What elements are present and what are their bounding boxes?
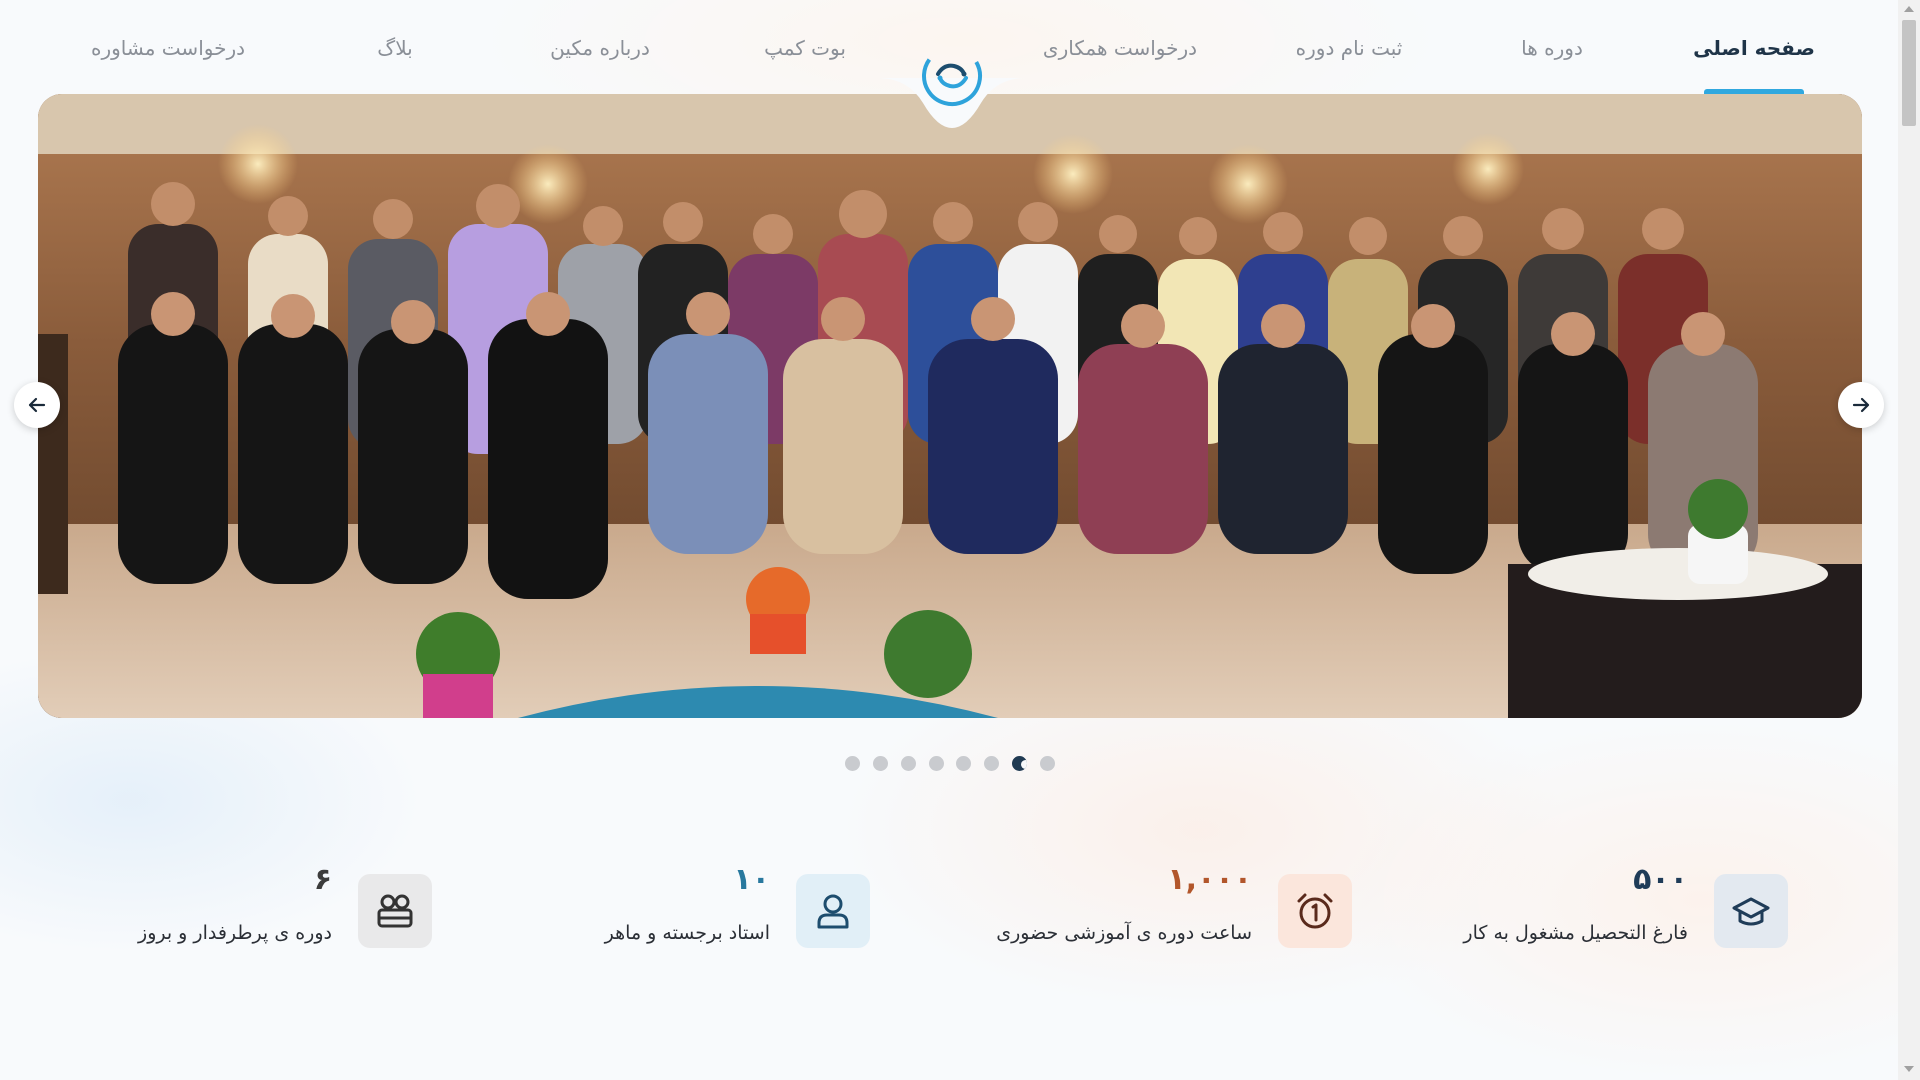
nav-collaboration-request[interactable]: درخواست همکاری	[1043, 36, 1197, 60]
hero-slider	[38, 94, 1862, 718]
user-icon	[817, 894, 849, 929]
stat-graduates-value: ۵۰۰	[1633, 862, 1688, 897]
slider-dot-4[interactable]	[928, 755, 944, 771]
nav-blog[interactable]: بلاگ	[377, 36, 412, 60]
graduation-cap-icon	[1732, 897, 1770, 926]
nav-course-registration[interactable]: ثبت نام دوره	[1296, 36, 1403, 60]
slider-pagination	[845, 755, 1055, 771]
arrow-right-icon	[1852, 397, 1870, 413]
arrow-left-icon	[28, 397, 46, 413]
stat-courses: ۶ دوره ی پرطرفدار و بروز	[0, 862, 432, 952]
stat-instructors-value: ۱۰	[733, 862, 770, 897]
nav-consultation-request[interactable]: درخواست مشاوره	[91, 36, 245, 60]
nav-home[interactable]: صفحه اصلی	[1693, 36, 1815, 60]
circular-arrows-logo-icon	[922, 46, 982, 106]
stat-instructors: ۱۰ استاد برجسته و ماهر	[430, 862, 870, 952]
stat-graduates-label: فارغ التحصیل مشغول به کار	[1463, 922, 1688, 944]
stat-hours: ۱,۰۰۰ ساعت دوره ی آموزشی حضوری	[912, 862, 1352, 952]
slider-prev-button[interactable]	[14, 382, 60, 428]
scroll-down-arrow-icon[interactable]	[1904, 1066, 1914, 1072]
slider-dot-5[interactable]	[956, 755, 972, 771]
slider-dot-1[interactable]	[845, 755, 860, 771]
group-photo	[38, 94, 1862, 718]
scroll-up-arrow-icon[interactable]	[1904, 6, 1914, 12]
stat-graduates: ۵۰۰ فارغ التحصیل مشغول به کار	[1348, 862, 1788, 952]
film-camera-icon	[377, 894, 413, 928]
stat-hours-label: ساعت دوره ی آموزشی حضوری	[996, 922, 1252, 944]
alarm-clock-icon	[1297, 893, 1333, 929]
slider-dot-3[interactable]	[900, 755, 916, 771]
nav-bootcamp[interactable]: بوت کمپ	[764, 36, 846, 60]
stat-graduates-icon-box	[1714, 874, 1788, 948]
stat-hours-icon-box	[1278, 874, 1352, 948]
stat-instructors-label: استاد برجسته و ماهر	[604, 922, 770, 944]
nav-courses[interactable]: دوره ها	[1521, 36, 1583, 60]
stat-courses-icon-box	[358, 874, 432, 948]
stat-courses-value: ۶	[313, 862, 332, 897]
stat-instructors-icon-box	[796, 874, 870, 948]
scroll-thumb[interactable]	[1902, 20, 1916, 126]
site-logo[interactable]	[920, 44, 984, 108]
slider-next-button[interactable]	[1838, 382, 1884, 428]
nav-about[interactable]: درباره مکین	[550, 36, 650, 60]
slider-dot-8[interactable]	[1039, 755, 1055, 771]
slider-dot-6[interactable]	[984, 755, 1000, 771]
stat-courses-label: دوره ی پرطرفدار و بروز	[138, 922, 332, 944]
stat-hours-value: ۱,۰۰۰	[1167, 862, 1252, 897]
page-scrollbar[interactable]	[1898, 0, 1920, 1080]
slider-dot-2[interactable]	[872, 755, 888, 771]
slider-dot-7-active[interactable]	[1012, 755, 1028, 771]
